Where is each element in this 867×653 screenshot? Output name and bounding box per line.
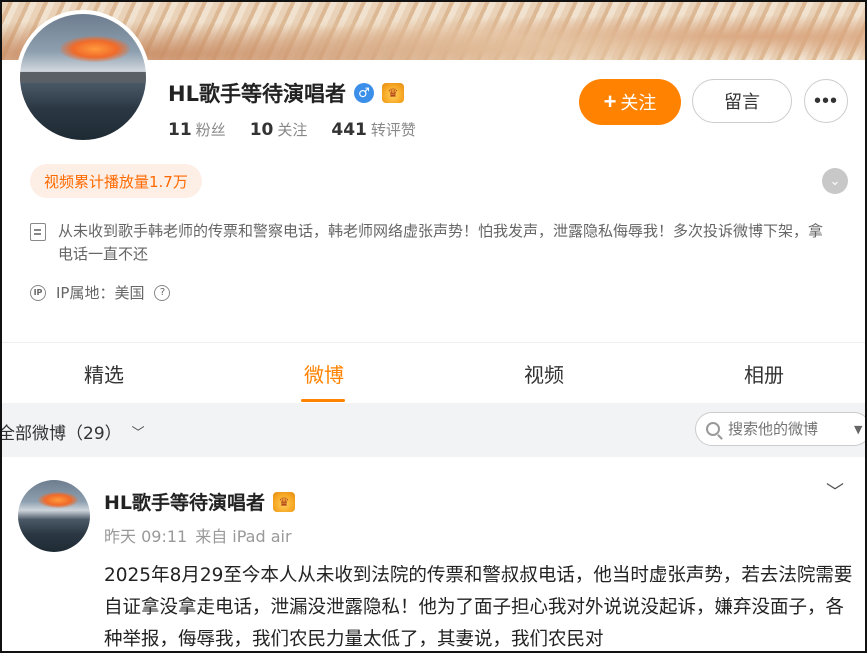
avatar[interactable] (16, 10, 150, 144)
ip-location: IP IP属地：美国 ? (30, 282, 171, 303)
crown-icon[interactable]: ♛ (381, 83, 404, 103)
ip-label: IP属地：美国 (56, 284, 145, 302)
tab-videos[interactable]: 视频 (484, 344, 604, 402)
all-posts-label: 全部微博（29） (0, 424, 122, 444)
divider (2, 342, 865, 343)
chevron-down-icon[interactable]: ⌄ (822, 168, 848, 194)
stat-engagement: 441 转评赞 (331, 120, 416, 140)
male-icon: ♂ (353, 83, 374, 103)
post-author[interactable]: HL歌手等待演唱者 (104, 488, 265, 515)
follow-button[interactable]: + 关注 (579, 79, 681, 125)
message-button[interactable]: 留言 (692, 79, 792, 123)
bio-text: 从未收到歌手韩老师的传票和警察电话，韩老师网络虚张声势！怕我发声，泄露隐私侮辱我… (58, 222, 824, 263)
profile-tabs: 精选 微博 视频 相册 (2, 344, 865, 402)
all-posts-filter[interactable]: 全部微博（29） ﹀ (0, 419, 145, 444)
search-icon (706, 422, 720, 436)
chevron-down-icon: ﹀ (131, 426, 145, 441)
search-input[interactable] (726, 419, 848, 439)
post-author-row: HL歌手等待演唱者 ♛ (104, 488, 296, 515)
help-icon[interactable]: ? (154, 284, 171, 301)
post-time[interactable]: 昨天 09:11 (104, 523, 187, 547)
tab-featured[interactable]: 精选 (44, 344, 164, 402)
profile-name: HL歌手等待演唱者 (168, 82, 346, 106)
stat-followers[interactable]: 11 粉丝 (168, 119, 226, 140)
post-source: 来自 iPad air (195, 527, 292, 546)
post-text: 2025年8月29至今本人从未收到法院的传票和警叔叔电话，他当时虚张声势，若去法… (104, 565, 853, 650)
tab-albums[interactable]: 相册 (704, 344, 824, 402)
stat-following[interactable]: 10 关注 (250, 119, 308, 140)
follow-label: 关注 (620, 93, 657, 113)
chevron-down-icon[interactable]: ﹀ (826, 478, 844, 504)
document-icon (30, 223, 46, 241)
plus-icon: + (603, 89, 617, 114)
profile-bio: 从未收到歌手韩老师的传票和警察电话，韩老师网络虚张声势！怕我发声，泄露隐私侮辱我… (30, 220, 830, 266)
post-avatar[interactable] (18, 480, 90, 552)
caret-down-icon[interactable]: ▼ (854, 423, 862, 436)
profile-page: HL歌手等待演唱者 ♂ ♛ 11 粉丝 10 关注 441 转评赞 + 关注 留言 •… (0, 0, 867, 653)
profile-name-row: HL歌手等待演唱者 ♂ ♛ (168, 79, 404, 107)
play-count-badge[interactable]: 视频累计播放量1.7万 (30, 164, 202, 198)
more-dots-icon: ••• (813, 89, 838, 112)
tab-weibo[interactable]: 微博 (264, 344, 384, 402)
post-meta: 昨天 09:11 来自 iPad air (104, 523, 292, 547)
filter-bar: 全部微博（29） ﹀ ▼ (2, 403, 865, 457)
crown-icon[interactable]: ♛ (273, 491, 296, 512)
profile-stats: 11 粉丝 10 关注 441 转评赞 (168, 119, 416, 140)
post-card: HL歌手等待演唱者 ♛ 昨天 09:11 来自 iPad air ﹀ 2025年… (2, 458, 865, 651)
search-box[interactable]: ▼ (695, 412, 865, 446)
ip-icon: IP (30, 284, 46, 301)
more-options-button[interactable]: ••• (804, 79, 848, 123)
active-tab-indicator (301, 399, 345, 402)
